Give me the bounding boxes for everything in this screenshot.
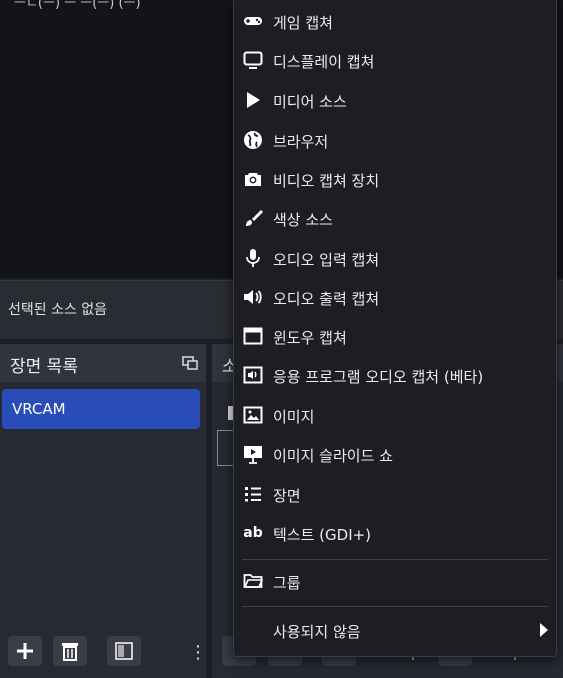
window-icon	[243, 326, 263, 346]
submenu-arrow-icon	[540, 623, 548, 637]
menu-item-scene[interactable]: 장면	[234, 476, 556, 512]
menu-item-window-capture[interactable]: 윈도우 캡쳐	[234, 318, 556, 354]
menu-separator	[242, 606, 548, 607]
text-ab-icon: ab	[243, 525, 263, 541]
microphone-icon	[243, 248, 263, 268]
scene-item-vrcam[interactable]: VRCAM	[2, 389, 200, 429]
menu-item-audio-input-capture[interactable]: 오디오 입력 캡쳐	[234, 240, 556, 276]
add-source-context-menu: 게임 캡쳐 디스플레이 캡쳐 미디어 소스 브라우저 비디오 캡쳐 장치 색상 …	[233, 0, 557, 657]
preview-top-text: ㅡㄷ(ㅡ) ㅡ ㅡ(ㅡ) (ㅡ)	[14, 0, 141, 11]
menu-item-image-slide-show[interactable]: 이미지 슬라이드 쇼	[234, 436, 556, 472]
plus-icon	[17, 643, 33, 659]
scenes-toolbar: ⋮	[0, 636, 207, 672]
folder-icon	[243, 571, 263, 591]
menu-item-audio-output-capture[interactable]: 오디오 출력 캡쳐	[234, 279, 556, 315]
scene-item-label: VRCAM	[12, 400, 66, 418]
filter-icon	[115, 642, 133, 660]
speaker-icon	[243, 287, 263, 307]
scene-filter-button[interactable]	[107, 636, 141, 666]
camera-icon	[243, 169, 263, 189]
menu-item-text-gdi[interactable]: ab 텍스트 (GDI+)	[234, 515, 556, 551]
add-scene-button[interactable]	[8, 636, 42, 666]
globe-icon	[243, 130, 263, 150]
menu-item-deprecated[interactable]: 사용되지 않음	[234, 612, 556, 648]
brush-icon	[243, 208, 263, 228]
menu-item-game-capture[interactable]: 게임 캡쳐	[234, 3, 556, 39]
scenes-dock-header: 장면 목록	[0, 344, 206, 382]
menu-item-video-capture-device[interactable]: 비디오 캡쳐 장치	[234, 161, 556, 197]
menu-item-group[interactable]: 그룹	[234, 563, 556, 599]
menu-item-browser[interactable]: 브라우저	[234, 122, 556, 158]
menu-item-media-source[interactable]: 미디어 소스	[234, 82, 556, 118]
slideshow-icon	[243, 444, 263, 464]
menu-item-image[interactable]: 이미지	[234, 397, 556, 433]
remove-scene-button[interactable]	[53, 636, 87, 666]
trash-icon	[62, 643, 78, 661]
menu-item-color-source[interactable]: 색상 소스	[234, 200, 556, 236]
play-icon	[243, 90, 263, 110]
undock-icon[interactable]	[182, 356, 198, 370]
list-icon	[243, 484, 263, 504]
no-source-selected-label: 선택된 소스 없음	[8, 302, 108, 318]
monitor-icon	[243, 50, 263, 70]
app-audio-icon	[243, 365, 263, 385]
menu-item-display-capture[interactable]: 디스플레이 캡쳐	[234, 42, 556, 78]
image-icon	[243, 405, 263, 425]
scenes-dock: 장면 목록 VRCAM ⋮	[0, 344, 207, 678]
scenes-dock-title: 장면 목록	[10, 357, 78, 377]
gamepad-icon	[243, 11, 263, 31]
scenes-more-icon[interactable]: ⋮	[189, 642, 207, 663]
menu-item-application-audio-capture[interactable]: 응용 프로그램 오디오 캡처 (베타)	[234, 357, 556, 393]
menu-separator	[242, 559, 548, 560]
